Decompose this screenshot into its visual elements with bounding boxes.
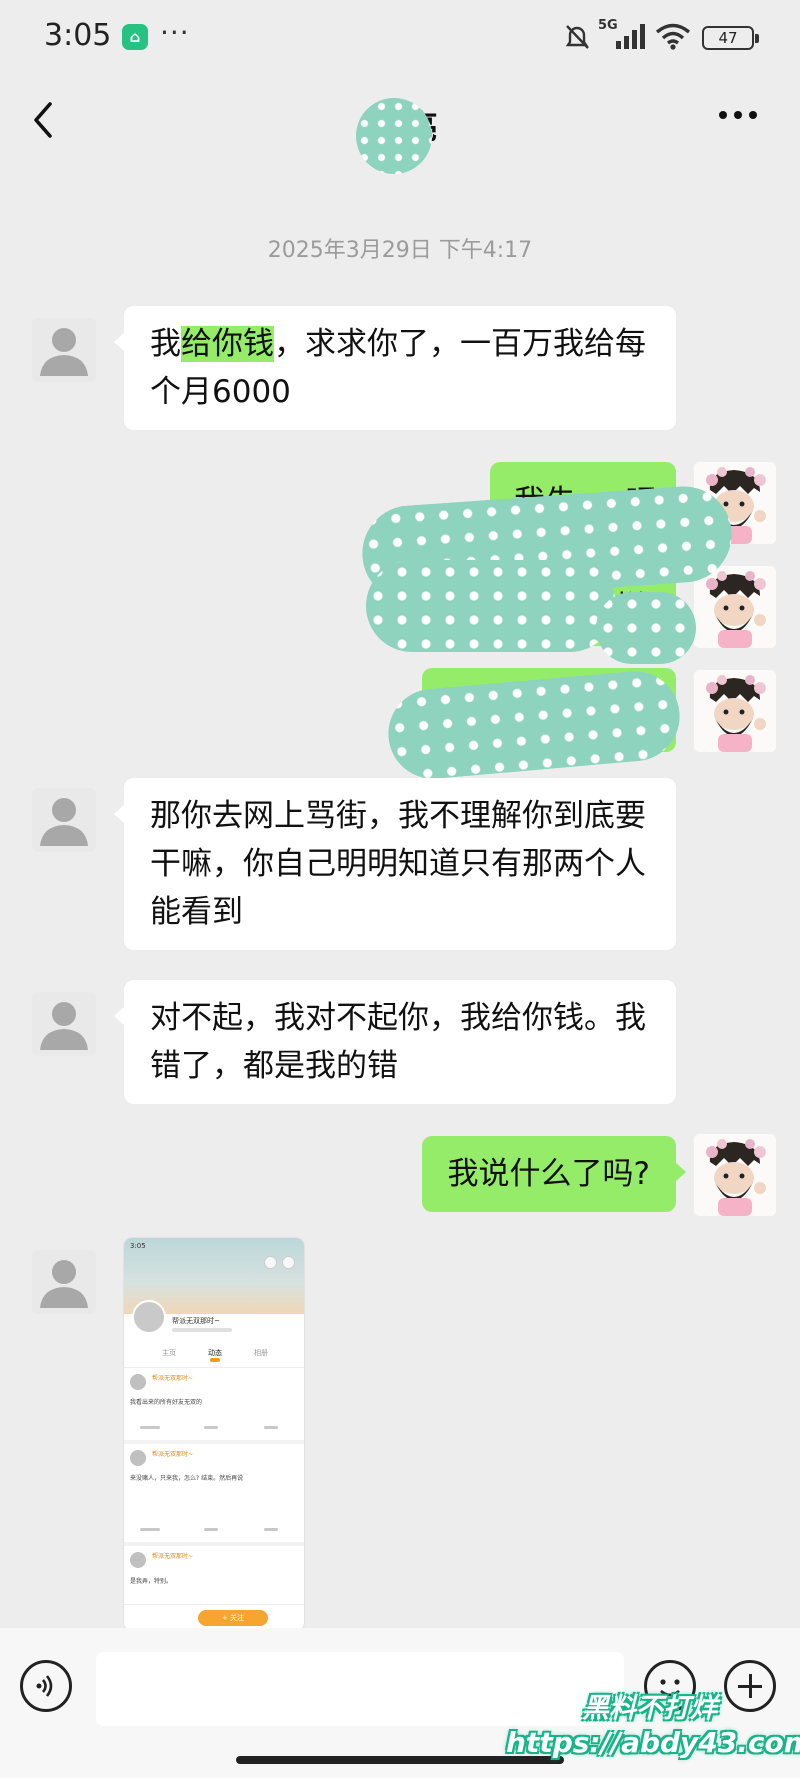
message-bubble-incoming[interactable]: 我给你钱，求求你了，一百万我给每个月6000 [114, 306, 676, 430]
screenshot-tab-active: 动态 [208, 1349, 222, 1357]
screenshot-post-action [264, 1426, 278, 1429]
screenshot-post-action [140, 1426, 160, 1429]
status-more-dots: ··· [160, 16, 190, 49]
plus-icon[interactable] [724, 1660, 776, 1712]
voice-icon[interactable] [20, 1660, 72, 1712]
screenshot-search-icon [264, 1256, 277, 1269]
default-avatar-icon [40, 1002, 88, 1050]
screenshot-post-avatar [130, 1374, 146, 1390]
redaction-blob [366, 560, 616, 652]
screenshot-post-action [204, 1426, 218, 1429]
watermark-text: 黑料不打烊 [582, 1693, 717, 1724]
contact-avatar[interactable] [32, 1250, 96, 1314]
cartoon-avatar-icon [694, 1134, 776, 1216]
screenshot-post-name: 帮派无双那时~ [152, 1553, 194, 1560]
screenshot-tab: 主页 [162, 1349, 176, 1357]
redaction-blob [596, 592, 696, 664]
default-avatar-icon [40, 1260, 88, 1308]
screenshot-post-action [264, 1528, 278, 1531]
self-avatar[interactable] [694, 1134, 776, 1216]
screenshot-profile-name: 帮派无双那时~ [172, 1317, 220, 1325]
message-bubble-incoming[interactable]: 那你去网上骂街，我不理解你到底要干嘛，你自己明明知道只有那两个人能看到 [114, 778, 676, 950]
screenshot-post-text: 来没赌人，只来我，怎么? 结束。然后再说 [130, 1475, 244, 1482]
message-bubble-incoming[interactable]: 对不起，我对不起你，我给你钱。我错了，都是我的错 [114, 980, 676, 1104]
screenshot-post-name: 帮派无双那时~ [152, 1451, 194, 1458]
screenshot-subline [172, 1328, 232, 1332]
screenshot-profile: 帮派无双那时~ 主页 动态 相册 [124, 1300, 304, 1368]
screenshot-bottom-bar: + 关注 [124, 1604, 304, 1630]
self-avatar[interactable] [694, 566, 776, 648]
battery-indicator: 47 [702, 26, 759, 50]
screenshot-post-action [204, 1528, 218, 1531]
screenshot-post-action [140, 1528, 160, 1531]
screenshot-post: 帮派无双那时~ 我看出来的所有好友无双的 [124, 1368, 304, 1444]
screenshot-post-avatar [130, 1450, 146, 1466]
signal-icon [614, 24, 648, 54]
title-redaction [356, 98, 432, 174]
screenshot-post-text: 是我弄，特别。 [130, 1578, 173, 1585]
screenshot-status-time: 3:05 [130, 1242, 146, 1250]
bell-off-icon [562, 22, 592, 56]
message-bubble-outgoing[interactable]: 我说什么了吗? [421, 1136, 687, 1212]
cartoon-avatar-icon [694, 566, 776, 648]
default-avatar-icon [40, 328, 88, 376]
self-avatar[interactable] [694, 670, 776, 752]
wifi-icon [654, 22, 692, 54]
message-text: 我 [150, 326, 181, 362]
message-timestamp: 2025年3月29日 下午4:17 [267, 238, 533, 263]
screenshot-post-avatar [130, 1552, 146, 1568]
screenshot-post-text: 我看出来的所有好友无双的 [130, 1399, 203, 1406]
watermark-url: https://abdy43.com [506, 1726, 800, 1759]
default-avatar-icon [40, 798, 88, 846]
more-horizontal-icon[interactable] [718, 106, 758, 125]
contact-avatar[interactable] [32, 318, 96, 382]
screenshot-avatar [132, 1300, 166, 1334]
message-text-highlight: 给你钱 [181, 326, 274, 362]
screenshot-tab-indicator [210, 1358, 220, 1362]
status-bar: 3:05 ⌂ ··· 5G 47 [0, 0, 800, 78]
screenshot-more-icon [282, 1256, 295, 1269]
contact-avatar[interactable] [32, 992, 96, 1056]
shared-screenshot-image[interactable]: 3:05 帮派无双那时~ 主页 动态 相册 帮派无双那时~ 我看出来的所有好友无… [124, 1238, 304, 1630]
screenshot-post-name: 帮派无双那时~ [152, 1375, 194, 1382]
cartoon-avatar-icon [694, 670, 776, 752]
screenshot-follow-label: + 关注 [221, 1614, 245, 1622]
message-input[interactable] [96, 1652, 624, 1726]
status-time: 3:05 [44, 18, 112, 53]
screenshot-post: 帮派无双那时~ 来没赌人，只来我，怎么? 结束。然后再说 [124, 1444, 304, 1546]
screenshot-tab: 相册 [254, 1349, 268, 1357]
screenshot-follow-button: + 关注 [198, 1610, 268, 1626]
mi-app-icon: ⌂ [122, 24, 148, 50]
contact-avatar[interactable] [32, 788, 96, 852]
